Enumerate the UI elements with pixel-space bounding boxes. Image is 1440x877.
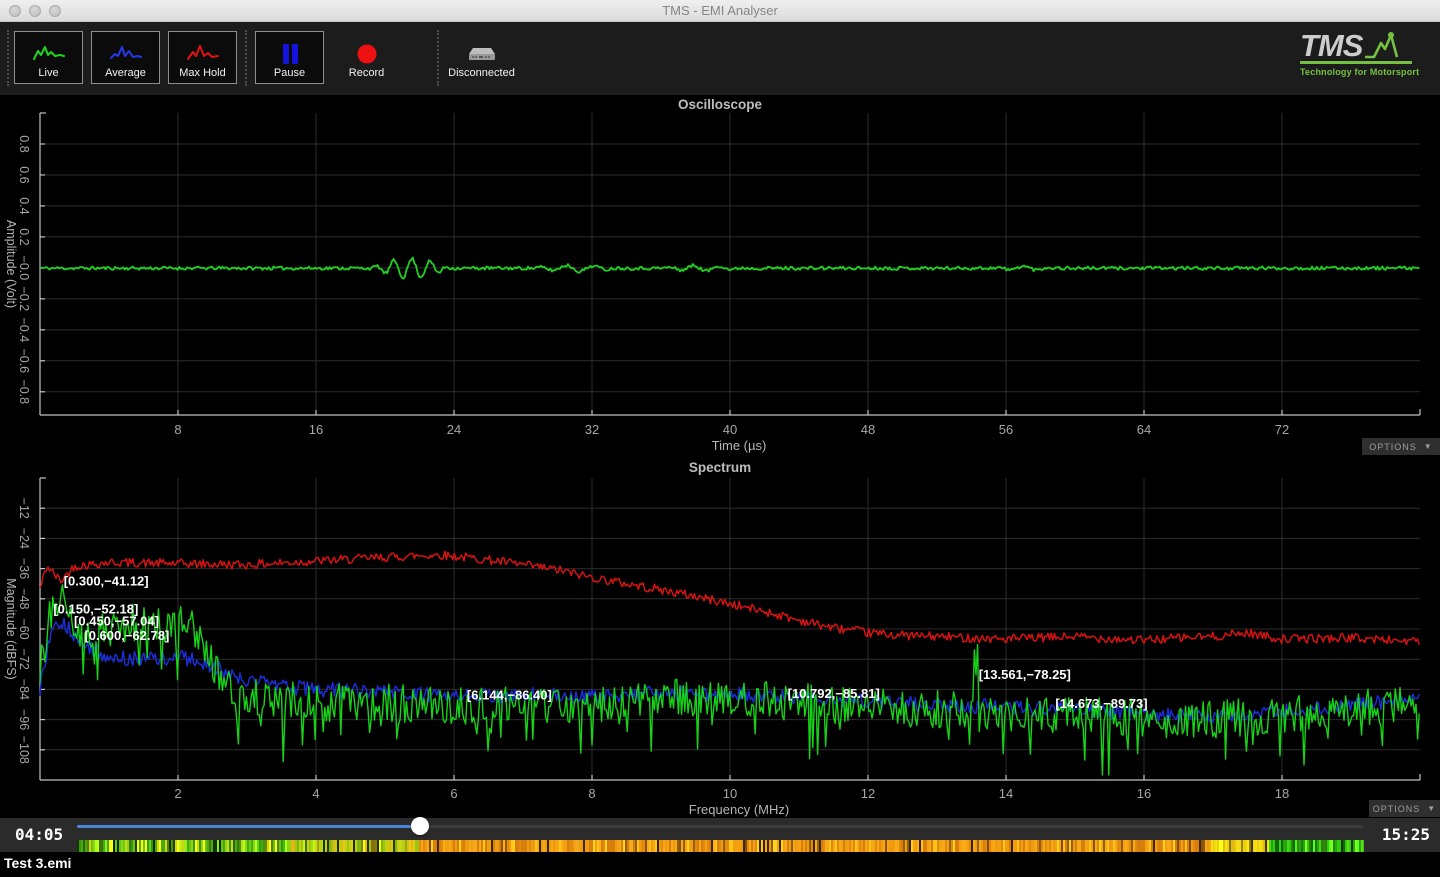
spectrum-panel: Spectrum −12−24−36−48−60−72−84−96−108246… bbox=[0, 458, 1440, 818]
svg-text:Amplitude (Volt): Amplitude (Volt) bbox=[4, 220, 18, 308]
svg-text:Frequency (MHz): Frequency (MHz) bbox=[689, 802, 789, 817]
window-title: TMS - EMI Analyser bbox=[0, 0, 1440, 22]
svg-text:8: 8 bbox=[174, 422, 181, 437]
pause-button[interactable]: Pause bbox=[255, 31, 324, 84]
svg-text:14: 14 bbox=[999, 786, 1013, 801]
svg-text:[14.673,−89.73]: [14.673,−89.73] bbox=[1055, 696, 1147, 711]
slider-thumb[interactable] bbox=[411, 817, 429, 835]
svg-text:−12: −12 bbox=[17, 498, 31, 519]
svg-text:−84: −84 bbox=[17, 679, 31, 700]
svg-text:16: 16 bbox=[1137, 786, 1151, 801]
svg-text:24: 24 bbox=[447, 422, 461, 437]
svg-text:−0.4: −0.4 bbox=[17, 317, 31, 342]
svg-text:18: 18 bbox=[1275, 786, 1289, 801]
svg-text:−108: −108 bbox=[17, 736, 31, 764]
live-button[interactable]: Live bbox=[14, 31, 83, 84]
live-button-label: Live bbox=[38, 67, 58, 79]
svg-text:0.6: 0.6 bbox=[17, 166, 31, 183]
record-icon bbox=[350, 43, 384, 65]
toolbar-separator bbox=[437, 30, 439, 86]
timeline-slider[interactable] bbox=[77, 818, 1363, 836]
svg-text:4: 4 bbox=[312, 786, 319, 801]
tms-logo-subtext: Technology for Motorsport bbox=[1300, 67, 1418, 77]
toolbar-separator bbox=[245, 30, 247, 86]
spectrum-options-button[interactable]: OPTIONS ▼ bbox=[1369, 800, 1440, 817]
device-icon bbox=[465, 43, 499, 65]
svg-text:2: 2 bbox=[174, 786, 181, 801]
disconnected-button-label: Disconnected bbox=[448, 67, 515, 79]
svg-text:−48: −48 bbox=[17, 588, 31, 609]
slider-fill bbox=[77, 825, 420, 828]
svg-text:12: 12 bbox=[861, 786, 875, 801]
svg-text:−24: −24 bbox=[17, 528, 31, 549]
status-bar: Test 3.emi bbox=[0, 852, 1440, 877]
record-button-label: Record bbox=[349, 67, 384, 79]
svg-text:8: 8 bbox=[588, 786, 595, 801]
toolbar-separator bbox=[7, 30, 9, 86]
max-hold-button-label: Max Hold bbox=[179, 67, 225, 79]
svg-text:10: 10 bbox=[723, 786, 737, 801]
svg-text:48: 48 bbox=[861, 422, 875, 437]
svg-text:−36: −36 bbox=[17, 558, 31, 579]
svg-text:0.4: 0.4 bbox=[17, 197, 31, 214]
svg-text:[0.300,−41.12]: [0.300,−41.12] bbox=[64, 573, 149, 588]
svg-text:64: 64 bbox=[1137, 422, 1151, 437]
svg-text:Magnitude (dBFS): Magnitude (dBFS) bbox=[4, 578, 18, 679]
svg-text:[13.561,−78.25]: [13.561,−78.25] bbox=[979, 667, 1071, 682]
svg-text:[10.792,−85.81]: [10.792,−85.81] bbox=[788, 686, 880, 701]
waveform-green-icon bbox=[32, 43, 66, 65]
total-time: 15:25 bbox=[1382, 825, 1430, 844]
pause-icon bbox=[273, 43, 307, 65]
chevron-down-icon: ▼ bbox=[1424, 442, 1433, 451]
oscilloscope-chart[interactable]: 0.8 0.6 0.4 0.2 −0.0 −0.2 −0.4 −0.6 −0.8 8 16 24 32 4… bbox=[0, 95, 1440, 456]
average-button[interactable]: Average bbox=[91, 31, 160, 84]
tms-waveform-icon bbox=[1364, 30, 1402, 60]
svg-text:56: 56 bbox=[999, 422, 1013, 437]
svg-text:−0.2: −0.2 bbox=[17, 287, 31, 312]
svg-text:Time (µs): Time (µs) bbox=[712, 438, 767, 453]
timeline-bar: 04:05 15:25 bbox=[0, 818, 1440, 852]
svg-text:[6.144,−86.40]: [6.144,−86.40] bbox=[467, 687, 552, 702]
svg-text:−0.6: −0.6 bbox=[17, 348, 31, 373]
average-button-label: Average bbox=[105, 67, 146, 79]
svg-text:−72: −72 bbox=[17, 649, 31, 670]
svg-text:−0.0: −0.0 bbox=[17, 256, 31, 281]
svg-text:0.2: 0.2 bbox=[17, 228, 31, 245]
toolbar: Live Average Max Hold Pause Record bbox=[0, 22, 1440, 95]
svg-text:[0.450,−57.04]: [0.450,−57.04] bbox=[74, 614, 159, 629]
record-button[interactable]: Record bbox=[332, 31, 401, 84]
svg-text:72: 72 bbox=[1275, 422, 1289, 437]
waveform-blue-icon bbox=[109, 43, 143, 65]
waveform-red-icon bbox=[186, 43, 220, 65]
disconnected-button[interactable]: Disconnected bbox=[447, 31, 516, 84]
tms-logo: TMS Technology for Motorsport bbox=[1300, 30, 1418, 77]
svg-text:40: 40 bbox=[723, 422, 737, 437]
svg-text:32: 32 bbox=[585, 422, 599, 437]
svg-text:0.8: 0.8 bbox=[17, 135, 31, 152]
chevron-down-icon: ▼ bbox=[1427, 804, 1436, 813]
titlebar: TMS - EMI Analyser bbox=[0, 0, 1440, 22]
max-hold-button[interactable]: Max Hold bbox=[168, 31, 237, 84]
svg-text:[0.600,−62.78]: [0.600,−62.78] bbox=[84, 628, 169, 643]
svg-text:6: 6 bbox=[450, 786, 457, 801]
options-label: OPTIONS bbox=[1373, 804, 1421, 814]
svg-text:−96: −96 bbox=[17, 709, 31, 730]
svg-text:−60: −60 bbox=[17, 618, 31, 639]
pause-button-label: Pause bbox=[274, 67, 305, 79]
svg-text:−0.8: −0.8 bbox=[17, 379, 31, 404]
svg-text:16: 16 bbox=[309, 422, 323, 437]
timeline-spectrogram-strip[interactable] bbox=[77, 840, 1364, 852]
oscilloscope-panel: Oscilloscope 0.80.60.40.2−0.0−0.2−0.4−0.… bbox=[0, 95, 1440, 456]
spectrum-chart[interactable]: −12 −24 −36 −48 −60 −72 −84 −96 −108 2 4 6 8 10 12 14 16… bbox=[0, 458, 1440, 818]
open-filename: Test 3.emi bbox=[4, 855, 71, 871]
oscilloscope-options-button[interactable]: OPTIONS ▼ bbox=[1362, 438, 1440, 455]
tms-logo-text: TMS bbox=[1300, 32, 1362, 60]
options-label: OPTIONS bbox=[1369, 442, 1417, 452]
elapsed-time: 04:05 bbox=[15, 825, 63, 844]
